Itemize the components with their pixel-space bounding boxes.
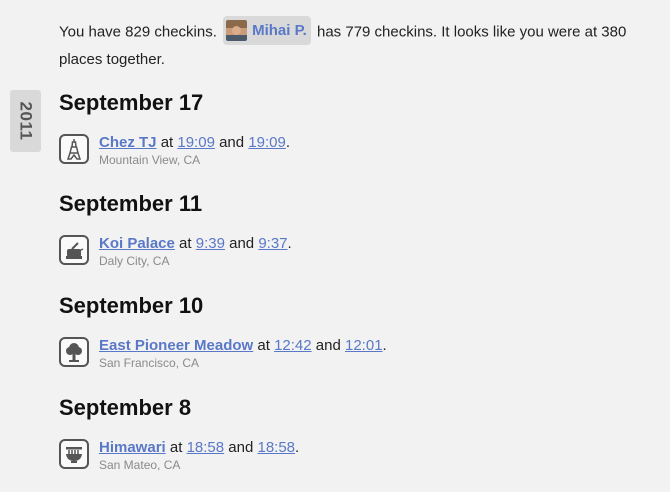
day-section: September 11 Koi Palace at 9:39 and 9:37… (59, 191, 659, 271)
summary-prefix: You have 829 checkins. (59, 23, 217, 41)
venue-link[interactable]: Himawari (99, 439, 166, 456)
connector-text: at (160, 134, 174, 151)
friend-chip[interactable]: Mihai P. (223, 16, 311, 45)
connector-text: at (169, 439, 183, 456)
connector-text: and (228, 439, 254, 456)
end-punctuation: . (295, 439, 300, 456)
time-link[interactable]: 9:37 (258, 235, 287, 252)
checkin-line: Chez TJ at 19:09 and 19:09. (99, 134, 290, 152)
checkin-entry: East Pioneer Meadow at 12:42 and 12:01. … (59, 337, 659, 373)
connector-text: and (219, 134, 245, 151)
day-section: September 10 East Pioneer Meadow at 12:4… (59, 293, 659, 373)
time-link[interactable]: 18:58 (257, 439, 295, 456)
day-heading: September 8 (59, 395, 192, 420)
end-punctuation: . (287, 235, 292, 252)
checkin-entry: Koi Palace at 9:39 and 9:37. Daly City, … (59, 235, 659, 271)
day-heading: September 10 (59, 293, 204, 318)
checkin-line: Himawari at 18:58 and 18:58. (99, 439, 299, 457)
checkin-entry: Chez TJ at 19:09 and 19:09. Mountain Vie… (59, 134, 659, 170)
venue-location: San Mateo, CA (99, 458, 181, 472)
year-tab: 2011 (10, 90, 41, 152)
checkin-line: Koi Palace at 9:39 and 9:37. (99, 235, 292, 253)
end-punctuation: . (382, 337, 387, 354)
time-link[interactable]: 12:42 (274, 337, 312, 354)
day-heading: September 11 (59, 191, 203, 216)
noodle-bowl-icon (59, 439, 89, 469)
venue-link[interactable]: East Pioneer Meadow (99, 337, 253, 354)
eiffel-tower-icon (59, 134, 89, 164)
tree-icon (59, 337, 89, 367)
day-section: September 17 Chez TJ at 19:09 and 19:09.… (59, 90, 659, 170)
venue-link[interactable]: Chez TJ (99, 134, 157, 151)
teapot-icon (59, 235, 89, 265)
time-link[interactable]: 18:58 (187, 439, 225, 456)
end-punctuation: . (285, 134, 291, 151)
friend-name-link[interactable]: Mihai P. (252, 18, 307, 43)
checkin-summary: You have 829 checkins. Mihai P. has 779 … (59, 16, 664, 72)
time-link[interactable]: 12:01 (345, 337, 383, 354)
venue-location: Daly City, CA (99, 254, 170, 268)
year-label: 2011 (16, 101, 36, 141)
avatar (226, 20, 248, 41)
time-link[interactable]: 19:09 (177, 134, 215, 151)
venue-location: Mountain View, CA (99, 153, 201, 167)
connector-text: and (229, 235, 255, 252)
time-link[interactable]: 19:09 (248, 134, 286, 151)
venue-link[interactable]: Koi Palace (99, 235, 175, 252)
day-heading: September 17 (59, 90, 204, 115)
connector-text: and (315, 337, 341, 354)
time-link[interactable]: 9:39 (196, 235, 225, 252)
connector-text: at (179, 235, 192, 252)
checkin-line: East Pioneer Meadow at 12:42 and 12:01. (99, 337, 387, 355)
day-section: September 8 Himawari at 18:58 and 18:58.… (59, 395, 659, 475)
checkin-entry: Himawari at 18:58 and 18:58. San Mateo, … (59, 439, 659, 475)
connector-text: at (257, 337, 270, 354)
venue-location: San Francisco, CA (99, 356, 200, 370)
